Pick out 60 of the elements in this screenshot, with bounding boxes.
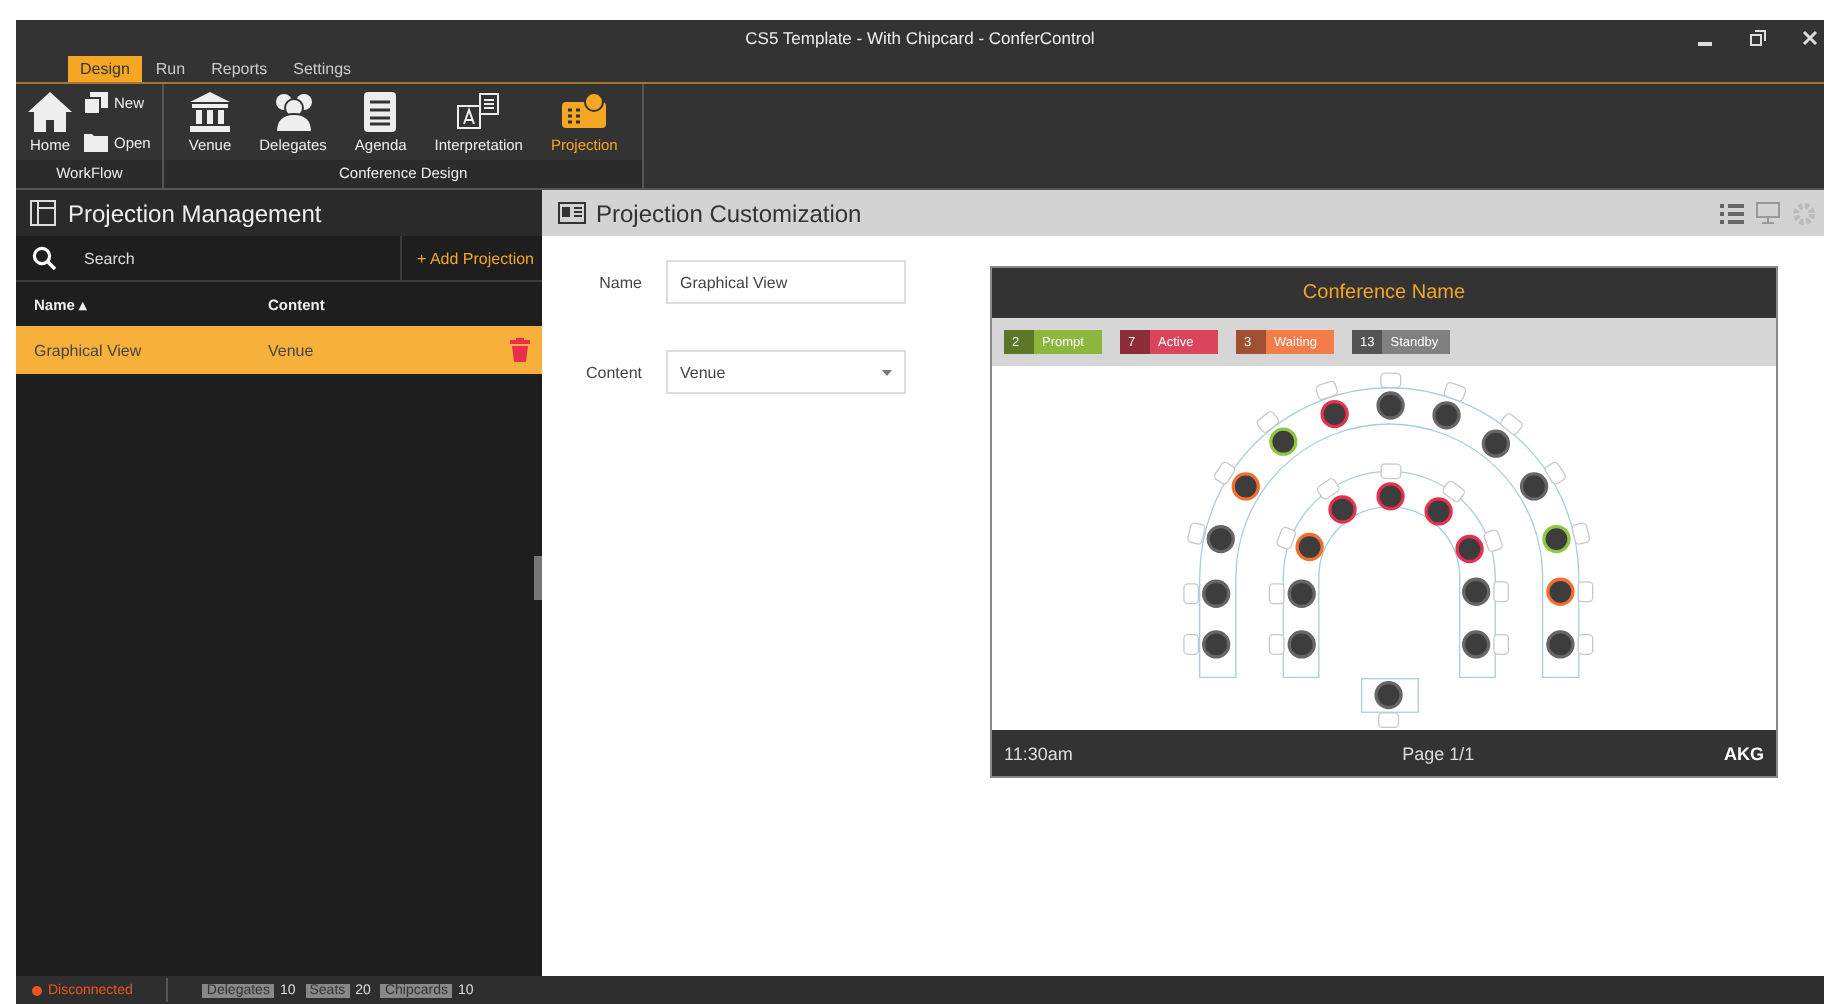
seat-marker <box>1202 579 1231 608</box>
id-card-icon <box>558 202 586 224</box>
seat-marker <box>1202 630 1231 659</box>
clock-time: 11:30am <box>1004 743 1073 763</box>
list-icon[interactable] <box>1720 203 1744 223</box>
seat-marker <box>1376 482 1405 511</box>
page-indicator: Page 1/1 <box>1402 743 1475 763</box>
search-icon <box>32 246 56 270</box>
home-icon <box>28 91 72 131</box>
field-label: Name <box>597 273 642 291</box>
translation-icon <box>456 91 501 131</box>
seat-marker <box>1481 429 1511 458</box>
seat-marker <box>1542 524 1571 554</box>
window-title: CS5 Template - With Chipcard - ConferControl <box>745 28 1095 48</box>
seat-marker <box>1376 391 1405 420</box>
field-label: Content <box>583 363 642 381</box>
seat-marker <box>1519 472 1549 501</box>
seat-marker <box>1328 495 1357 524</box>
seat-marker <box>1424 497 1453 526</box>
splitter-handle[interactable] <box>534 556 542 600</box>
seat-marker <box>1546 577 1575 606</box>
ribbon-tab[interactable]: Reports <box>199 56 280 82</box>
caret-icon <box>882 369 892 375</box>
seat-marker <box>1462 630 1491 659</box>
panel-icon <box>30 200 56 226</box>
table-cell-text: Venue <box>268 341 316 359</box>
seat-marker <box>1374 680 1403 710</box>
seat-marker <box>1455 534 1484 564</box>
ribbon-tab[interactable]: Design <box>68 56 142 82</box>
columns-building-icon <box>190 91 230 131</box>
ribbon-tab[interactable]: Settings <box>281 56 364 82</box>
panel-title: Projection Management <box>68 199 322 227</box>
copy-icon <box>84 91 108 114</box>
name-input-field[interactable]: Graphical View <box>666 260 906 304</box>
logo-text: AKG <box>1723 743 1764 763</box>
content-dropdown[interactable]: Venue <box>666 350 906 394</box>
projector-icon <box>562 91 607 131</box>
seat-marker <box>1287 579 1316 608</box>
folder-icon <box>84 132 108 153</box>
seat-marker <box>1206 524 1235 554</box>
seat-marker <box>1546 630 1575 659</box>
seat-marker <box>1269 427 1298 456</box>
status-dot <box>32 985 42 995</box>
seat-marker <box>1287 630 1316 659</box>
restore-icon[interactable] <box>1748 28 1768 48</box>
list-document-icon <box>364 91 397 131</box>
projection-row[interactable]: Graphical View Venue <box>16 326 542 374</box>
panel-title: Projection Customization <box>596 199 864 227</box>
trash-icon[interactable] <box>510 338 530 362</box>
seat-marker <box>1320 399 1349 429</box>
seat-marker <box>1295 532 1324 562</box>
conference-name: Conference Name <box>992 268 1776 318</box>
seat-marker <box>1462 577 1491 606</box>
table-cell-text: Graphical View <box>32 341 144 359</box>
seat-marker <box>1432 401 1461 430</box>
close-icon[interactable] <box>1800 28 1820 48</box>
seat-marker <box>1231 472 1260 501</box>
people-icon <box>271 91 316 131</box>
search-field[interactable]: Search <box>80 247 288 269</box>
ribbon-tab[interactable]: Run <box>143 56 198 82</box>
